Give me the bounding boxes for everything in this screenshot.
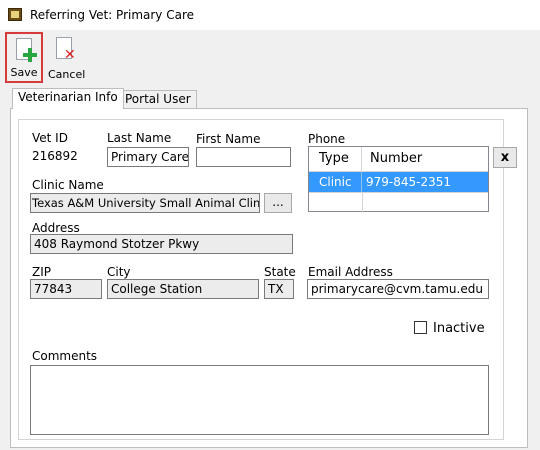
tab-portal-user[interactable]: Portal User [119,90,197,109]
column-header-number[interactable]: Number [362,147,488,171]
inactive-checkbox[interactable] [414,321,427,334]
comments-label: Comments [32,349,98,363]
last-name-field[interactable]: Primary Care [107,147,189,167]
phone-type-cell: Clinic [309,172,362,192]
clinic-name-label: Clinic Name [32,178,104,192]
zip-label: ZIP [32,265,51,279]
comments-textarea[interactable] [30,365,489,435]
address-label: Address [32,221,80,235]
clinic-name-field[interactable]: Texas A&M University Small Animal Clinic [30,193,260,213]
save-label: Save [10,66,38,79]
inactive-label[interactable]: Inactive [433,321,485,336]
save-button[interactable]: Save [5,32,43,83]
cancel-button[interactable]: ✕ Cancel [48,33,86,83]
vet-id-label: Vet ID [32,131,68,145]
zip-field[interactable]: 77843 [30,279,102,299]
app-icon [8,8,22,21]
phone-grid[interactable]: Type Number Clinic 979-845-2351 [308,146,489,212]
first-name-label: First Name [196,132,261,146]
phone-grid-header: Type Number [309,147,488,172]
city-label: City [107,265,131,279]
clinic-browse-button[interactable]: ... [264,193,292,213]
cancel-x-icon: ✕ [64,47,76,63]
add-icon [23,48,37,62]
first-name-field[interactable] [196,147,291,167]
address-field[interactable]: 408 Raymond Stotzer Pkwy [30,234,293,254]
window-title: Referring Vet: Primary Care [30,8,195,22]
tab-veterinarian-info[interactable]: Veterinarian Info [12,88,124,109]
remove-phone-button[interactable]: x [493,147,517,168]
last-name-label: Last Name [107,131,172,145]
vet-id-value: 216892 [32,149,78,163]
phone-number-cell: 979-845-2351 [366,175,452,189]
state-field[interactable]: TX [264,279,294,299]
column-header-type[interactable]: Type [309,147,362,171]
email-field[interactable]: primarycare@cvm.tamu.edu [307,279,489,299]
cancel-label: Cancel [48,68,86,81]
table-row[interactable]: Clinic 979-845-2351 [309,172,488,192]
city-field[interactable]: College Station [107,279,259,299]
phone-label: Phone [308,132,346,146]
state-label: State [264,265,296,279]
new-row[interactable] [309,192,488,212]
email-label: Email Address [308,265,393,279]
